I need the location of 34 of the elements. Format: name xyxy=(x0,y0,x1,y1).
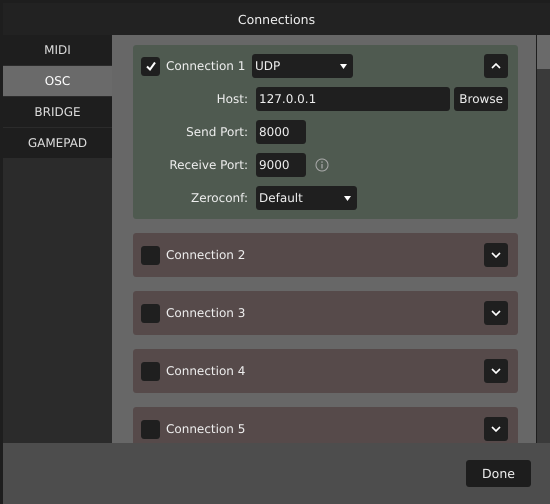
host-field[interactable]: 127.0.0.1 xyxy=(256,87,450,111)
browse-button[interactable]: Browse xyxy=(454,87,508,111)
protocol-dropdown[interactable]: UDP xyxy=(252,54,353,78)
sidebar-tab[interactable]: MIDI xyxy=(3,35,112,66)
checkbox[interactable] xyxy=(141,56,160,76)
connection-name: Connection 5 xyxy=(166,422,246,436)
sidebar-tab[interactable]: GAMEPAD xyxy=(3,128,112,159)
dropdown-arrow-icon xyxy=(344,196,351,200)
chevron-down-icon xyxy=(491,310,501,316)
send-port-field[interactable]: 8000 xyxy=(256,120,306,144)
chevron-up-icon xyxy=(491,63,501,69)
dropdown-arrow-icon xyxy=(340,64,347,68)
info-icon[interactable] xyxy=(315,158,329,172)
chevron-down-icon xyxy=(491,368,501,374)
expand-toggle-button[interactable] xyxy=(484,54,508,78)
zeroconf-label: Zeroconf: xyxy=(190,191,248,205)
host-label: Host: xyxy=(216,92,248,106)
scrollbar-thumb[interactable] xyxy=(537,35,550,69)
connection-name: Connection 1 xyxy=(166,59,246,73)
done-button[interactable]: Done xyxy=(466,460,531,487)
checkmark-icon xyxy=(144,60,156,72)
connection-name: Connection 4 xyxy=(166,364,246,378)
zeroconf-dropdown[interactable]: Default xyxy=(256,186,357,210)
scrollbar[interactable] xyxy=(536,35,550,443)
connection-name: Connection 2 xyxy=(166,248,246,262)
connection-name: Connection 3 xyxy=(166,306,246,320)
chevron-down-icon xyxy=(491,252,501,258)
sidebar-tab[interactable]: OSC xyxy=(3,66,112,97)
chevron-down-icon xyxy=(491,426,501,432)
send-port-label: Send Port: xyxy=(185,125,248,139)
receive-port-field[interactable]: 9000 xyxy=(256,153,306,177)
receive-port-label: Receive Port: xyxy=(168,158,248,172)
sidebar-tab[interactable]: BRIDGE xyxy=(3,97,112,128)
window-title: Connections xyxy=(238,12,316,26)
